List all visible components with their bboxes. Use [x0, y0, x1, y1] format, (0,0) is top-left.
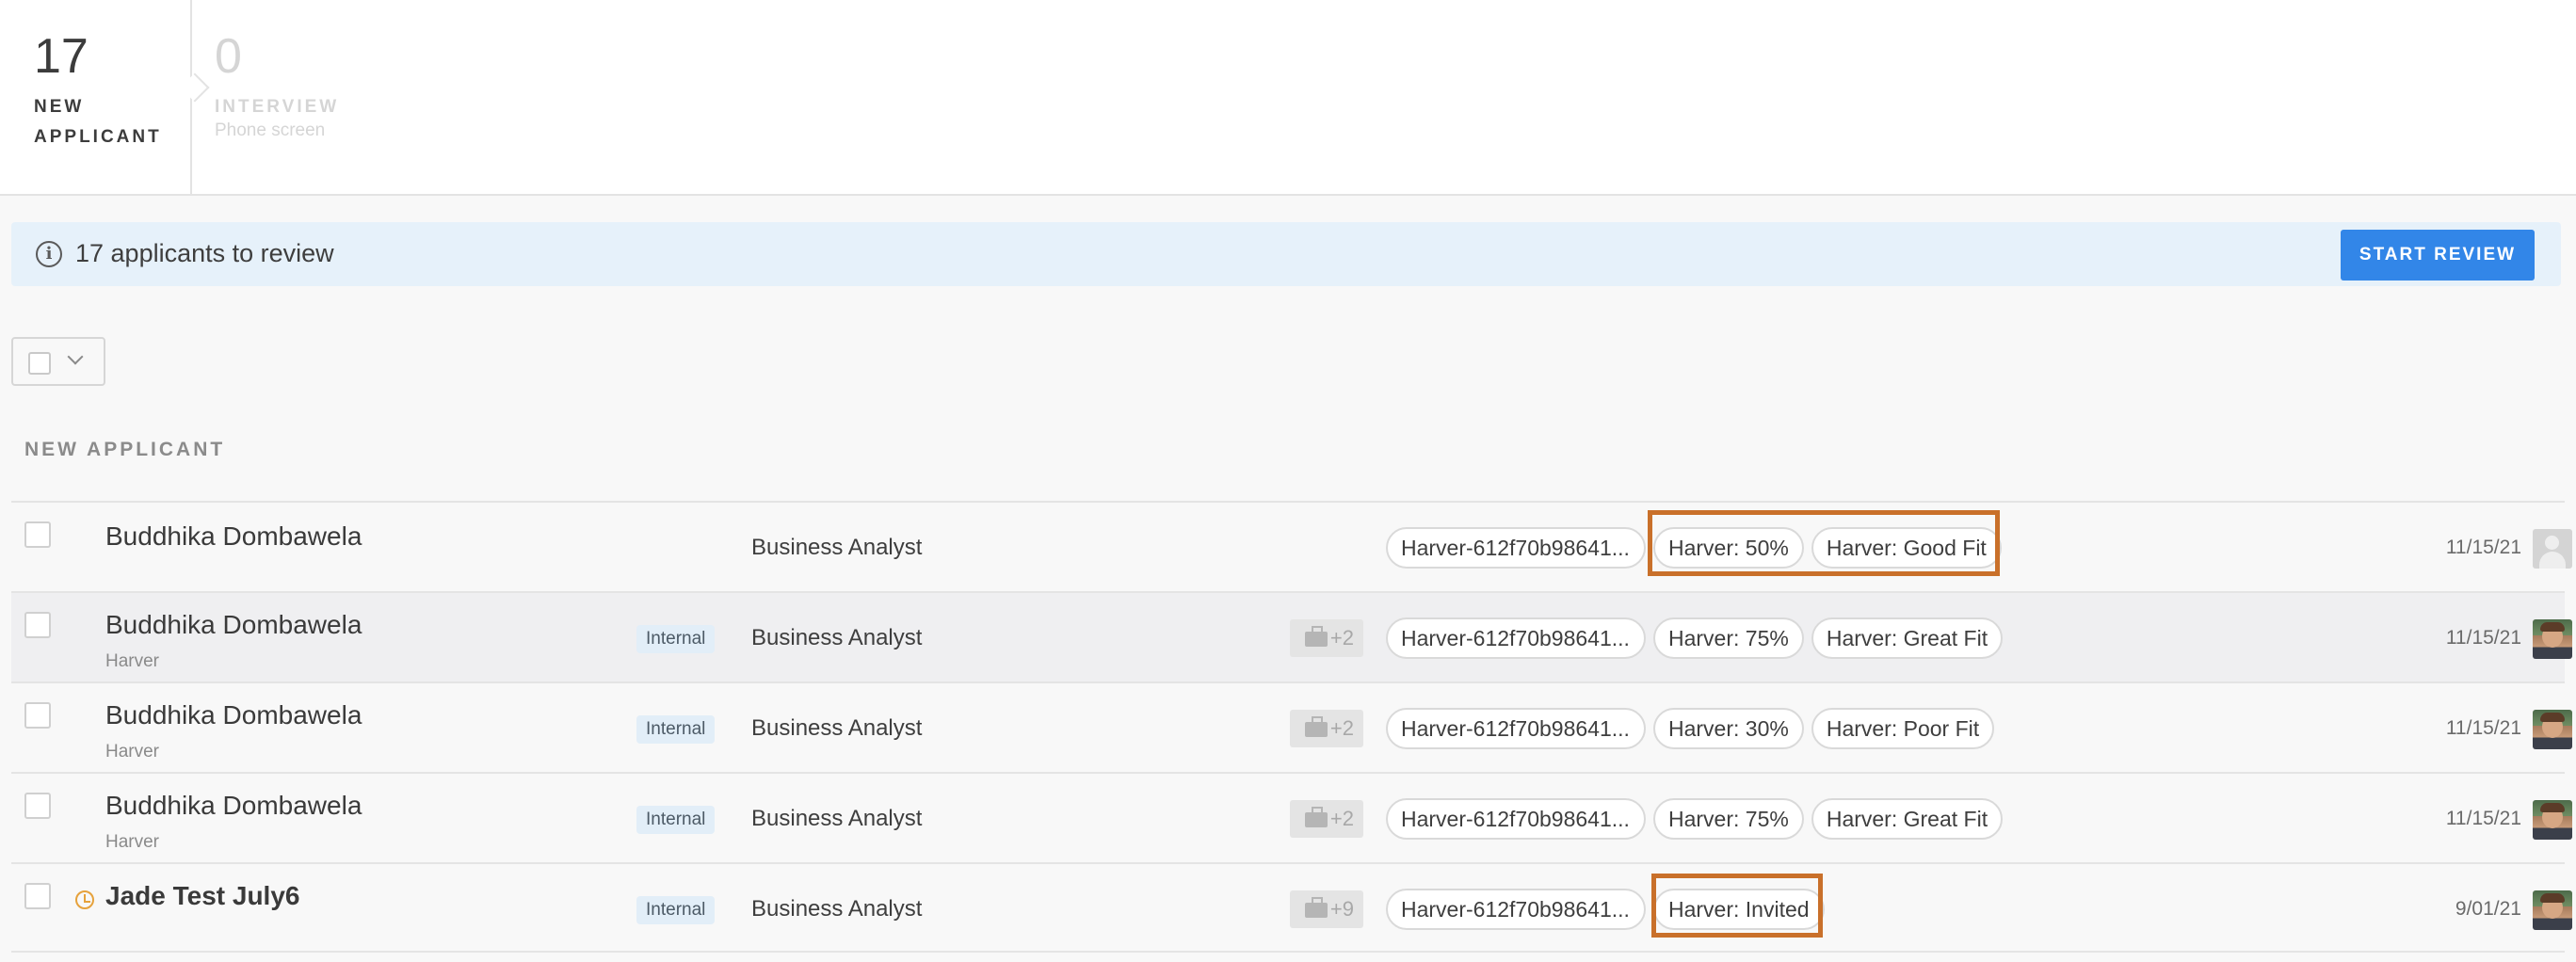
applicant-name[interactable]: Jade Test July6: [105, 881, 299, 911]
applicant-source: Harver: [105, 742, 160, 762]
stage-name: INTERVIEW: [215, 97, 340, 117]
internal-badge: Internal: [636, 806, 716, 834]
applicant-row[interactable]: Buddhika Dombawela Harver Internal Busin…: [11, 591, 2572, 681]
tag-list: Harver-612f70b98641... Harver: 30% Harve…: [1386, 708, 1995, 749]
avatar: [2533, 800, 2572, 840]
tag[interactable]: Harver: 75%: [1653, 617, 1804, 659]
stage-name-line2: APPLICANT: [34, 127, 162, 147]
applicant-list: Buddhika Dombawela Business Analyst Harv…: [11, 501, 2572, 953]
date: 11/15/21: [2445, 808, 2521, 829]
more-jobs-badge[interactable]: +2: [1290, 619, 1363, 657]
stage-name: NEW APPLICANT: [34, 92, 162, 152]
select-all-checkbox[interactable]: [28, 352, 51, 375]
job-title: Business Analyst: [751, 806, 923, 831]
date: 11/15/21: [2445, 717, 2521, 739]
more-count: +9: [1329, 897, 1354, 921]
job-title: Business Analyst: [751, 535, 923, 560]
tag-list: Harver-612f70b98641... Harver: 75% Harve…: [1386, 617, 2004, 659]
tag[interactable]: Harver-612f70b98641...: [1386, 708, 1646, 749]
applicant-row[interactable]: Buddhika Dombawela Business Analyst Harv…: [11, 501, 2572, 591]
more-count: +2: [1329, 716, 1354, 740]
internal-badge: Internal: [636, 896, 716, 924]
row-checkbox[interactable]: [24, 612, 51, 638]
applicant-name[interactable]: Buddhika Dombawela: [105, 700, 362, 730]
applicant-name[interactable]: Buddhika Dombawela: [105, 521, 362, 552]
avatar: [2533, 710, 2572, 749]
highlight-box: [1651, 874, 1823, 938]
more-count: +2: [1329, 807, 1354, 830]
more-jobs-badge[interactable]: +9: [1290, 890, 1363, 928]
more-jobs-badge[interactable]: +2: [1290, 710, 1363, 747]
row-checkbox[interactable]: [24, 702, 51, 729]
section-label: NEW APPLICANT: [24, 439, 226, 460]
stage-count: 17: [34, 29, 89, 84]
pipeline-stages: 17 NEW APPLICANT 0 INTERVIEW Phone scree…: [0, 0, 2576, 196]
date: 9/01/21: [2455, 898, 2521, 920]
tag[interactable]: Harver-612f70b98641...: [1386, 889, 1646, 930]
tag[interactable]: Harver-612f70b98641...: [1386, 617, 1646, 659]
tag[interactable]: Harver-612f70b98641...: [1386, 527, 1646, 569]
start-review-button[interactable]: START REVIEW: [2341, 230, 2535, 281]
applicant-name[interactable]: Buddhika Dombawela: [105, 610, 362, 640]
tag[interactable]: Harver-612f70b98641...: [1386, 798, 1646, 840]
briefcase-icon: [1305, 897, 1328, 918]
banner-text: 17 applicants to review: [75, 239, 334, 267]
applicant-row[interactable]: Buddhika Dombawela Harver Internal Busin…: [11, 772, 2572, 862]
more-jobs-badge[interactable]: +2: [1290, 800, 1363, 838]
stage-count: 0: [215, 29, 242, 84]
clock-icon: [75, 890, 94, 909]
avatar: [2533, 619, 2572, 659]
tag[interactable]: Harver: Great Fit: [1811, 798, 2004, 840]
tag[interactable]: Harver: Great Fit: [1811, 617, 2004, 659]
row-checkbox[interactable]: [24, 793, 51, 819]
avatar: [2533, 890, 2572, 930]
avatar: [2533, 529, 2572, 569]
stage-new-applicant[interactable]: 17 NEW APPLICANT: [0, 0, 210, 196]
briefcase-icon: [1305, 807, 1328, 827]
date: 11/15/21: [2445, 537, 2521, 558]
bulk-select-dropdown[interactable]: [11, 337, 105, 386]
stage-subtitle: Phone screen: [215, 120, 326, 140]
row-checkbox[interactable]: [24, 521, 51, 548]
internal-badge: Internal: [636, 625, 716, 653]
stage-interview[interactable]: 0 INTERVIEW Phone screen: [192, 0, 437, 196]
briefcase-icon: [1305, 716, 1328, 737]
review-banner: i 17 applicants to review START REVIEW: [11, 222, 2561, 286]
tag[interactable]: Harver: 30%: [1653, 708, 1804, 749]
tag-list: Harver-612f70b98641... Harver: 75% Harve…: [1386, 798, 2004, 840]
internal-badge: Internal: [636, 715, 716, 744]
applicant-row[interactable]: Jade Test July6 Internal Business Analys…: [11, 862, 2572, 953]
chevron-down-icon[interactable]: [67, 348, 84, 365]
more-count: +2: [1329, 626, 1354, 649]
date: 11/15/21: [2445, 627, 2521, 649]
tag[interactable]: Harver: 75%: [1653, 798, 1804, 840]
applicant-row[interactable]: Buddhika Dombawela Harver Internal Busin…: [11, 681, 2572, 772]
applicant-name[interactable]: Buddhika Dombawela: [105, 791, 362, 821]
job-title: Business Analyst: [751, 715, 923, 741]
applicant-source: Harver: [105, 651, 160, 671]
stage-name-line1: NEW: [34, 97, 85, 117]
briefcase-icon: [1305, 626, 1328, 647]
highlight-box: [1648, 510, 2000, 576]
applicant-source: Harver: [105, 832, 160, 852]
row-checkbox[interactable]: [24, 883, 51, 909]
info-icon: i: [36, 241, 62, 267]
job-title: Business Analyst: [751, 896, 923, 922]
tag[interactable]: Harver: Poor Fit: [1811, 708, 1995, 749]
job-title: Business Analyst: [751, 625, 923, 650]
